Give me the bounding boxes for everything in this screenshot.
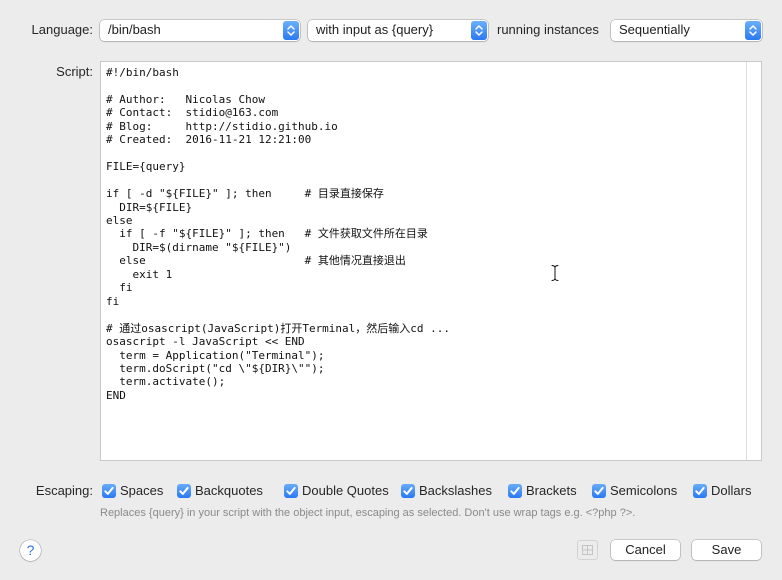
escape-dollars-label: Dollars [711, 483, 752, 498]
escape-spaces-checkbox[interactable]: Spaces [102, 483, 177, 499]
up-down-chevron-icon [471, 21, 487, 40]
help-button[interactable]: ? [20, 540, 41, 561]
language-popup-value: /bin/bash [108, 22, 161, 37]
escaping-options: Spaces Backquotes Double Quotes Backslas… [102, 483, 753, 499]
escape-double-quotes-checkbox[interactable]: Double Quotes [284, 483, 401, 499]
running-instances-label: running instances [497, 22, 599, 37]
template-button[interactable] [577, 540, 598, 560]
escape-brackets-label: Brackets [526, 483, 577, 498]
escape-semicolons-checkbox[interactable]: Semicolons [592, 483, 693, 499]
escaping-label: Escaping: [35, 483, 93, 498]
checkmark-icon[interactable] [401, 484, 415, 498]
script-editor[interactable]: #!/bin/bash # Author: Nicolas Chow # Con… [100, 61, 762, 461]
running-instances-popup[interactable]: Sequentially [611, 20, 762, 41]
checkmark-icon[interactable] [592, 484, 606, 498]
escape-backslashes-label: Backslashes [419, 483, 492, 498]
save-button[interactable]: Save [692, 540, 761, 560]
up-down-chevron-icon [283, 21, 299, 40]
running-instances-popup-value: Sequentially [619, 22, 690, 37]
language-label: Language: [31, 22, 93, 37]
checkmark-icon[interactable] [693, 484, 707, 498]
script-text[interactable]: #!/bin/bash # Author: Nicolas Chow # Con… [106, 66, 450, 402]
escape-backquotes-label: Backquotes [195, 483, 263, 498]
escape-double-quotes-label: Double Quotes [302, 483, 389, 498]
text-cursor-icon [550, 264, 560, 282]
input-mode-popup[interactable]: with input as {query} [308, 20, 488, 41]
checkmark-icon[interactable] [177, 484, 191, 498]
checkmark-icon[interactable] [102, 484, 116, 498]
escape-brackets-checkbox[interactable]: Brackets [508, 483, 592, 499]
script-label: Script: [56, 64, 93, 79]
escape-semicolons-label: Semicolons [610, 483, 678, 498]
checkmark-icon[interactable] [284, 484, 298, 498]
run-script-sheet: Language: /bin/bash with input as {query… [0, 0, 782, 580]
escaping-help-text: Replaces {query} in your script with the… [100, 507, 636, 519]
grid-icon [578, 541, 597, 559]
up-down-chevron-icon [745, 21, 761, 40]
escape-backquotes-checkbox[interactable]: Backquotes [177, 483, 284, 499]
script-scrollbar[interactable] [746, 62, 761, 460]
language-popup[interactable]: /bin/bash [100, 20, 300, 41]
input-mode-popup-value: with input as {query} [316, 22, 434, 37]
checkmark-icon[interactable] [508, 484, 522, 498]
question-mark-icon: ? [26, 542, 35, 558]
escape-dollars-checkbox[interactable]: Dollars [693, 483, 753, 499]
cancel-button[interactable]: Cancel [611, 540, 680, 560]
escape-backslashes-checkbox[interactable]: Backslashes [401, 483, 508, 499]
escape-spaces-label: Spaces [120, 483, 164, 498]
